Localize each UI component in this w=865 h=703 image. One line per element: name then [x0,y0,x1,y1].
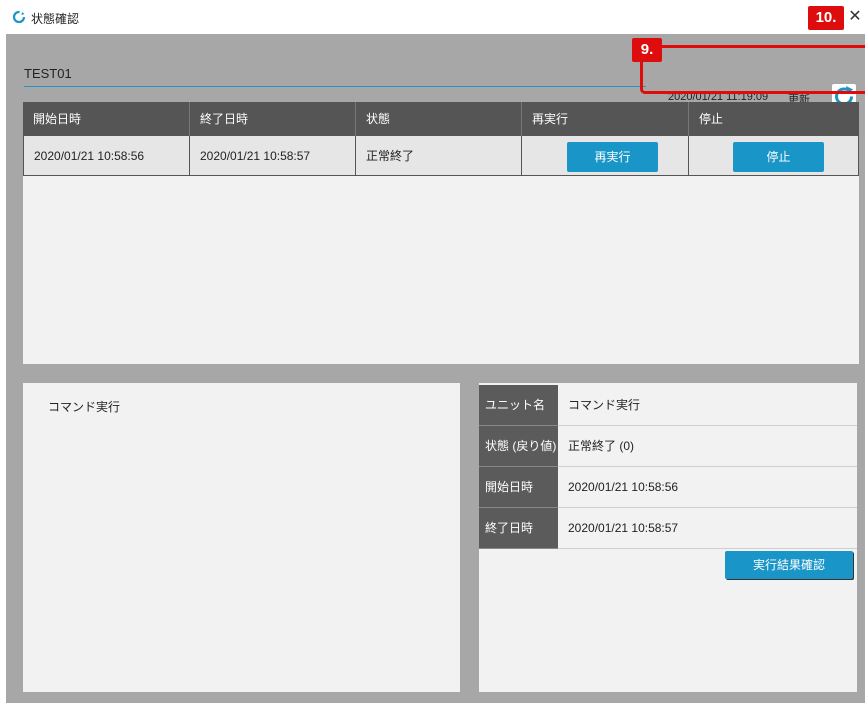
detail-value-unit-name: コマンド実行 [558,385,857,426]
rerun-button[interactable]: 再実行 [567,142,658,172]
cell-end: 2020/01/21 10:58:57 [190,136,356,176]
detail-label-end: 終了日時 [479,508,558,549]
title-bar: 状態確認 ✕ [0,0,865,34]
window-title: 状態確認 [31,12,80,26]
detail-label-status: 状態 (戻り値) [479,426,558,467]
view-result-button[interactable]: 実行結果確認 [725,551,853,579]
refresh-callout-box [640,45,865,94]
unit-panel [23,383,460,692]
header-divider [24,86,646,87]
cell-status: 正常終了 [356,136,522,176]
close-button[interactable]: ✕ [845,6,865,28]
stop-button[interactable]: 停止 [733,142,824,172]
detail-label-start: 開始日時 [479,467,558,508]
column-header-start: 開始日時 [23,102,190,136]
column-header-stop: 停止 [689,102,859,136]
cell-start: 2020/01/21 10:58:56 [23,136,190,176]
detail-value-status: 正常終了 (0) [558,426,857,467]
column-header-end: 終了日時 [190,102,356,136]
refresh-circle-icon [12,10,26,24]
column-header-rerun: 再実行 [522,102,689,136]
close-callout-tag: 10. [808,6,844,30]
refresh-callout-tag: 9. [632,38,662,62]
detail-value-start: 2020/01/21 10:58:56 [558,467,857,508]
job-name: TEST01 [24,66,72,81]
column-header-status: 状態 [356,102,522,136]
unit-title: コマンド実行 [48,400,121,414]
detail-label-unit-name: ユニット名 [479,385,558,426]
detail-value-end: 2020/01/21 10:58:57 [558,508,857,549]
